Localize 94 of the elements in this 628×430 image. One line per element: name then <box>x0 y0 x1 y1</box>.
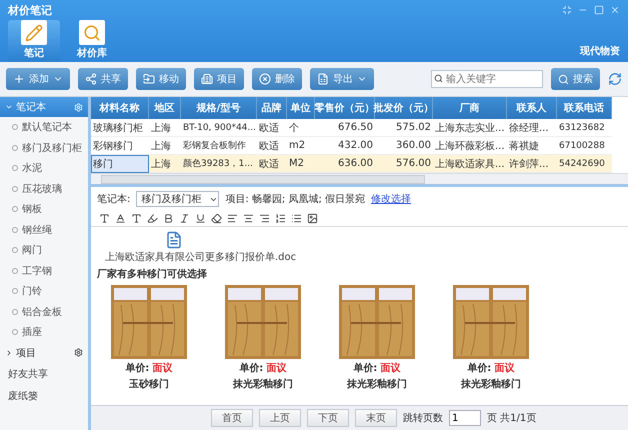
close-icon[interactable] <box>610 5 620 15</box>
sidebar-item[interactable]: 插座 <box>0 322 88 342</box>
nav-tab[interactable]: 材价库 <box>66 20 118 62</box>
window-title: 材价笔记 <box>8 2 52 18</box>
section-label: 项目 <box>16 346 37 360</box>
pager-button[interactable]: 上页 <box>259 409 301 427</box>
table-cell: 欧适 <box>257 155 287 173</box>
mini-mode-icon[interactable] <box>562 5 572 15</box>
share-icon <box>85 73 97 85</box>
magnifier-icon <box>83 24 101 42</box>
table-cell: 576.00 <box>375 155 433 173</box>
change-selection-link[interactable]: 修改选择 <box>371 192 412 206</box>
search-field[interactable]: 输入关键字 <box>431 70 543 88</box>
sidebar-item[interactable]: 好友共享 <box>0 362 88 384</box>
price-text: 单价: 面议 <box>125 362 173 375</box>
user-name[interactable]: 现代物资 <box>580 44 620 58</box>
plus-icon <box>13 73 25 85</box>
sidebar-item[interactable]: 阀门 <box>0 240 88 260</box>
sidebar-item[interactable]: 废纸篓 <box>0 384 88 406</box>
search-icon <box>558 74 569 84</box>
maximize-icon[interactable] <box>594 5 604 15</box>
italic-icon[interactable] <box>179 213 190 224</box>
sidebar-item[interactable]: 工字钢 <box>0 260 88 281</box>
settings-icon[interactable] <box>74 348 83 357</box>
underline-icon[interactable] <box>195 213 206 224</box>
image-icon[interactable] <box>307 213 318 224</box>
notebook-label: 笔记本: <box>97 192 130 206</box>
spreadsheet-icon <box>317 73 329 85</box>
scrollbar-thumb[interactable] <box>101 174 426 184</box>
column-header[interactable]: 批发价（元） <box>375 97 433 119</box>
product-name: 玉砂移门 <box>129 377 169 391</box>
sidebar-item[interactable]: 水泥 <box>0 158 88 178</box>
sidebar-section[interactable]: 项目 <box>0 342 88 362</box>
column-header[interactable]: 规格/型号 <box>181 97 257 119</box>
price-text: 单价: 面议 <box>467 362 515 375</box>
notebook-dropdown[interactable]: 移门及移门柜 <box>136 191 220 207</box>
section-label: 笔记本 <box>16 100 47 114</box>
sidebar-item[interactable]: 钢丝绳 <box>0 220 88 240</box>
table-cell: 636.00 <box>315 155 375 173</box>
table-cell: 移门 <box>91 155 149 173</box>
sidebar-item[interactable]: 默认笔记本 <box>0 117 88 138</box>
column-header[interactable]: 品牌 <box>257 97 287 119</box>
document-icon[interactable] <box>165 231 183 249</box>
column-header[interactable]: 联系电话 <box>557 97 612 119</box>
pager-button[interactable]: 下页 <box>307 409 349 427</box>
product-name: 抹光彩釉移门 <box>233 377 293 391</box>
product-name: 抹光彩釉移门 <box>461 377 521 391</box>
sidebar-item[interactable]: 钢板 <box>0 199 88 220</box>
x-circle-icon <box>259 73 271 85</box>
align-right-icon[interactable] <box>259 213 270 224</box>
project-text: 项目: 畅馨园; 凤凰城; 假日景宛 <box>225 192 366 206</box>
attachment-name[interactable]: 上海欧适家具有限公司更多移门报价单.doc <box>105 250 296 264</box>
sidebar-item[interactable]: 移门及移门柜 <box>0 138 88 158</box>
toolbar-button[interactable]: 添加 <box>6 68 70 90</box>
highlight-icon[interactable] <box>147 213 158 224</box>
bullet-list-icon[interactable] <box>291 213 302 224</box>
align-left-icon[interactable] <box>227 213 238 224</box>
column-header[interactable]: 单位 <box>287 97 315 119</box>
page-total: 页 共1/1页 <box>487 412 536 425</box>
bold-icon[interactable] <box>163 213 174 224</box>
table-cell: 颜色39283，1... <box>181 155 257 173</box>
nav-tab[interactable]: 笔记 <box>8 20 60 62</box>
pager-button[interactable]: 首页 <box>211 409 253 427</box>
jump-label: 跳转页数 <box>403 412 443 425</box>
align-center-icon[interactable] <box>243 213 254 224</box>
sidebar-item[interactable]: 压花玻璃 <box>0 178 88 199</box>
refresh-icon[interactable] <box>608 72 622 86</box>
table-cell: 上海欧适家具... <box>433 155 507 173</box>
font-color-icon[interactable] <box>131 213 142 224</box>
column-header[interactable]: 联系人 <box>507 97 557 119</box>
table-cell: 54242690 <box>557 155 612 173</box>
search-icon <box>434 74 443 83</box>
numbered-list-icon[interactable] <box>275 213 286 224</box>
font-size-icon[interactable] <box>115 213 126 224</box>
column-header[interactable]: 材料名称 <box>91 97 149 119</box>
building-icon <box>201 73 213 85</box>
font-icon[interactable] <box>99 213 110 224</box>
price-text: 单价: 面议 <box>239 362 287 375</box>
price-text: 单价: 面议 <box>353 362 401 375</box>
column-header[interactable]: 厂商 <box>433 97 507 119</box>
sidebar-item[interactable]: 门铃 <box>0 281 88 302</box>
product-name: 抹光彩釉移门 <box>347 377 407 391</box>
folder-icon <box>143 73 155 85</box>
sidebar-item[interactable]: 铝合金板 <box>0 302 88 322</box>
column-header[interactable]: 地区 <box>149 97 181 119</box>
table-cell: M2 <box>287 155 315 173</box>
pencil-icon <box>25 24 43 42</box>
page-field[interactable]: 1 <box>449 410 481 426</box>
note-heading: 厂家有多种移门可供选择 <box>97 267 208 281</box>
eraser-icon[interactable] <box>211 213 222 224</box>
pager-button[interactable]: 末页 <box>355 409 397 427</box>
toolbar-button[interactable]: 删除 <box>252 68 302 90</box>
table-cell: 上海 <box>149 155 181 173</box>
table-cell: 许剑萍... <box>507 155 557 173</box>
